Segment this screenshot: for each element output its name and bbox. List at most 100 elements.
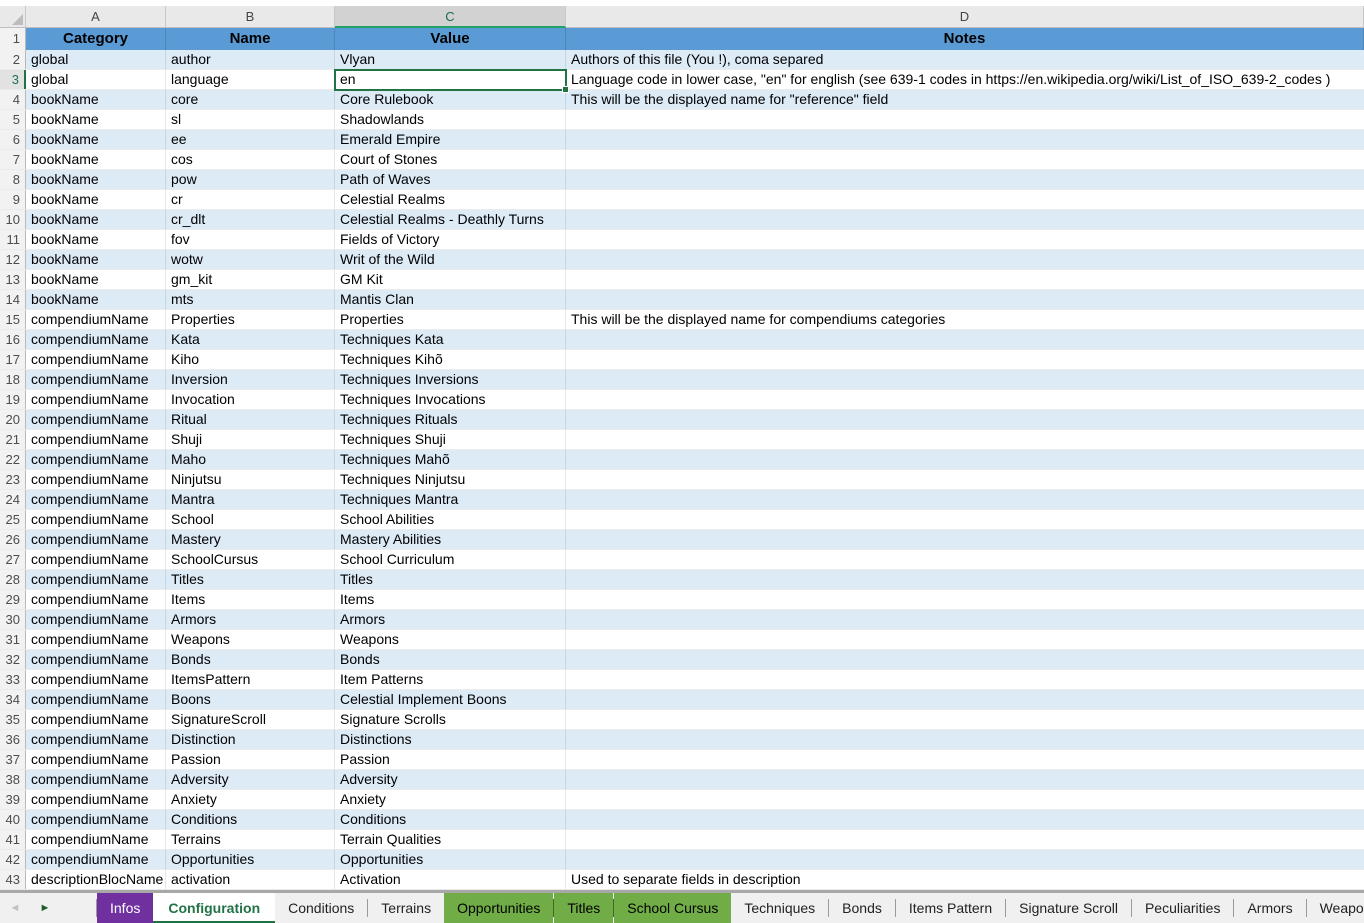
cell-notes[interactable]: This will be the displayed name for "ref… bbox=[566, 90, 1364, 109]
cell-category[interactable]: compendiumName bbox=[26, 570, 166, 589]
row-number[interactable]: 40 bbox=[0, 810, 26, 829]
cell-name[interactable]: wotw bbox=[166, 250, 335, 269]
cell-notes[interactable] bbox=[566, 690, 1364, 709]
cell-category[interactable]: descriptionBlocName bbox=[26, 870, 166, 889]
row-number[interactable]: 2 bbox=[0, 50, 26, 69]
header-cell-value[interactable]: Value bbox=[335, 28, 566, 50]
cell-name[interactable]: Properties bbox=[166, 310, 335, 329]
sheet-tab-techniques[interactable]: Techniques bbox=[731, 893, 828, 923]
cell-name[interactable]: Kiho bbox=[166, 350, 335, 369]
cell-value[interactable]: Techniques Mahõ bbox=[335, 450, 566, 469]
row-number[interactable]: 3 bbox=[0, 70, 26, 89]
cell-value[interactable]: Emerald Empire bbox=[335, 130, 566, 149]
cell-notes[interactable] bbox=[566, 610, 1364, 629]
cell-name[interactable]: gm_kit bbox=[166, 270, 335, 289]
row-number[interactable]: 33 bbox=[0, 670, 26, 689]
cell-value[interactable]: en bbox=[335, 70, 566, 89]
cell-notes[interactable] bbox=[566, 410, 1364, 429]
sheet-tab-armors[interactable]: Armors bbox=[1234, 893, 1305, 923]
cell-category[interactable]: compendiumName bbox=[26, 390, 166, 409]
cell-notes[interactable]: This will be the displayed name for comp… bbox=[566, 310, 1364, 329]
cell-value[interactable]: Activation bbox=[335, 870, 566, 889]
cell-value[interactable]: Mantis Clan bbox=[335, 290, 566, 309]
cell-value[interactable]: Celestial Realms bbox=[335, 190, 566, 209]
cell-category[interactable]: compendiumName bbox=[26, 650, 166, 669]
cell-category[interactable]: bookName bbox=[26, 150, 166, 169]
sheet-tab-bonds[interactable]: Bonds bbox=[829, 893, 895, 923]
cell-name[interactable]: Ninjutsu bbox=[166, 470, 335, 489]
cell-name[interactable]: Items bbox=[166, 590, 335, 609]
row-number[interactable]: 18 bbox=[0, 370, 26, 389]
column-header-b[interactable]: B bbox=[166, 6, 335, 28]
cell-value[interactable]: Techniques Kihõ bbox=[335, 350, 566, 369]
cell-value[interactable]: Celestial Realms - Deathly Turns bbox=[335, 210, 566, 229]
cell-name[interactable]: Distinction bbox=[166, 730, 335, 749]
cell-category[interactable]: bookName bbox=[26, 110, 166, 129]
row-number[interactable]: 11 bbox=[0, 230, 26, 249]
cell-notes[interactable] bbox=[566, 390, 1364, 409]
cell-name[interactable]: cos bbox=[166, 150, 335, 169]
cell-value[interactable]: Techniques Invocations bbox=[335, 390, 566, 409]
cell-value[interactable]: Techniques Rituals bbox=[335, 410, 566, 429]
row-number[interactable]: 25 bbox=[0, 510, 26, 529]
cell-name[interactable]: ItemsPattern bbox=[166, 670, 335, 689]
select-all-corner[interactable] bbox=[0, 6, 26, 28]
tab-scroll-left-icon[interactable]: ◄ bbox=[0, 902, 30, 914]
cell-name[interactable]: sl bbox=[166, 110, 335, 129]
cell-notes[interactable] bbox=[566, 350, 1364, 369]
cell-category[interactable]: compendiumName bbox=[26, 690, 166, 709]
row-number[interactable]: 13 bbox=[0, 270, 26, 289]
cell-category[interactable]: bookName bbox=[26, 230, 166, 249]
cell-notes[interactable] bbox=[566, 790, 1364, 809]
row-number[interactable]: 14 bbox=[0, 290, 26, 309]
row-number[interactable]: 12 bbox=[0, 250, 26, 269]
cell-name[interactable]: SignatureScroll bbox=[166, 710, 335, 729]
sheet-tab-terrains[interactable]: Terrains bbox=[368, 893, 444, 923]
cell-value[interactable]: Bonds bbox=[335, 650, 566, 669]
cell-value[interactable]: Shadowlands bbox=[335, 110, 566, 129]
cell-notes[interactable] bbox=[566, 250, 1364, 269]
cell-value[interactable]: Adversity bbox=[335, 770, 566, 789]
cell-notes[interactable] bbox=[566, 830, 1364, 849]
cell-value[interactable]: Techniques Shuji bbox=[335, 430, 566, 449]
cell-value[interactable]: Mastery Abilities bbox=[335, 530, 566, 549]
header-cell-category[interactable]: Category bbox=[26, 28, 166, 50]
cell-name[interactable]: SchoolCursus bbox=[166, 550, 335, 569]
cell-notes[interactable] bbox=[566, 750, 1364, 769]
cell-name[interactable]: cr bbox=[166, 190, 335, 209]
row-number[interactable]: 43 bbox=[0, 870, 26, 889]
cell-value[interactable]: Techniques Inversions bbox=[335, 370, 566, 389]
cell-notes[interactable] bbox=[566, 330, 1364, 349]
cell-name[interactable]: fov bbox=[166, 230, 335, 249]
cell-name[interactable]: Opportunities bbox=[166, 850, 335, 869]
cell-value[interactable]: Core Rulebook bbox=[335, 90, 566, 109]
cell-category[interactable]: compendiumName bbox=[26, 310, 166, 329]
cell-name[interactable]: ee bbox=[166, 130, 335, 149]
header-cell-name[interactable]: Name bbox=[166, 28, 335, 50]
row-number[interactable]: 4 bbox=[0, 90, 26, 109]
row-number[interactable]: 5 bbox=[0, 110, 26, 129]
cell-category[interactable]: compendiumName bbox=[26, 510, 166, 529]
cell-notes[interactable] bbox=[566, 590, 1364, 609]
column-header-c-selected[interactable]: C bbox=[335, 6, 566, 28]
cell-value[interactable]: Terrain Qualities bbox=[335, 830, 566, 849]
row-number[interactable]: 27 bbox=[0, 550, 26, 569]
cell-notes[interactable] bbox=[566, 650, 1364, 669]
cell-notes[interactable]: Used to separate fields in description bbox=[566, 870, 1364, 889]
cell-category[interactable]: bookName bbox=[26, 170, 166, 189]
cell-name[interactable]: Bonds bbox=[166, 650, 335, 669]
cell-category[interactable]: bookName bbox=[26, 190, 166, 209]
cell-notes[interactable] bbox=[566, 230, 1364, 249]
cell-name[interactable]: Conditions bbox=[166, 810, 335, 829]
sheet-tab-titles[interactable]: Titles bbox=[554, 893, 613, 923]
cell-value[interactable]: Anxiety bbox=[335, 790, 566, 809]
sheet-tab-school-cursus[interactable]: School Cursus bbox=[614, 893, 731, 923]
cell-value[interactable]: GM Kit bbox=[335, 270, 566, 289]
cell-value[interactable]: Techniques Kata bbox=[335, 330, 566, 349]
cell-name[interactable]: Invocation bbox=[166, 390, 335, 409]
cell-name[interactable]: core bbox=[166, 90, 335, 109]
cell-notes[interactable] bbox=[566, 130, 1364, 149]
row-number[interactable]: 35 bbox=[0, 710, 26, 729]
sheet-tab-peculiarities[interactable]: Peculiarities bbox=[1132, 893, 1233, 923]
cell-notes[interactable] bbox=[566, 570, 1364, 589]
